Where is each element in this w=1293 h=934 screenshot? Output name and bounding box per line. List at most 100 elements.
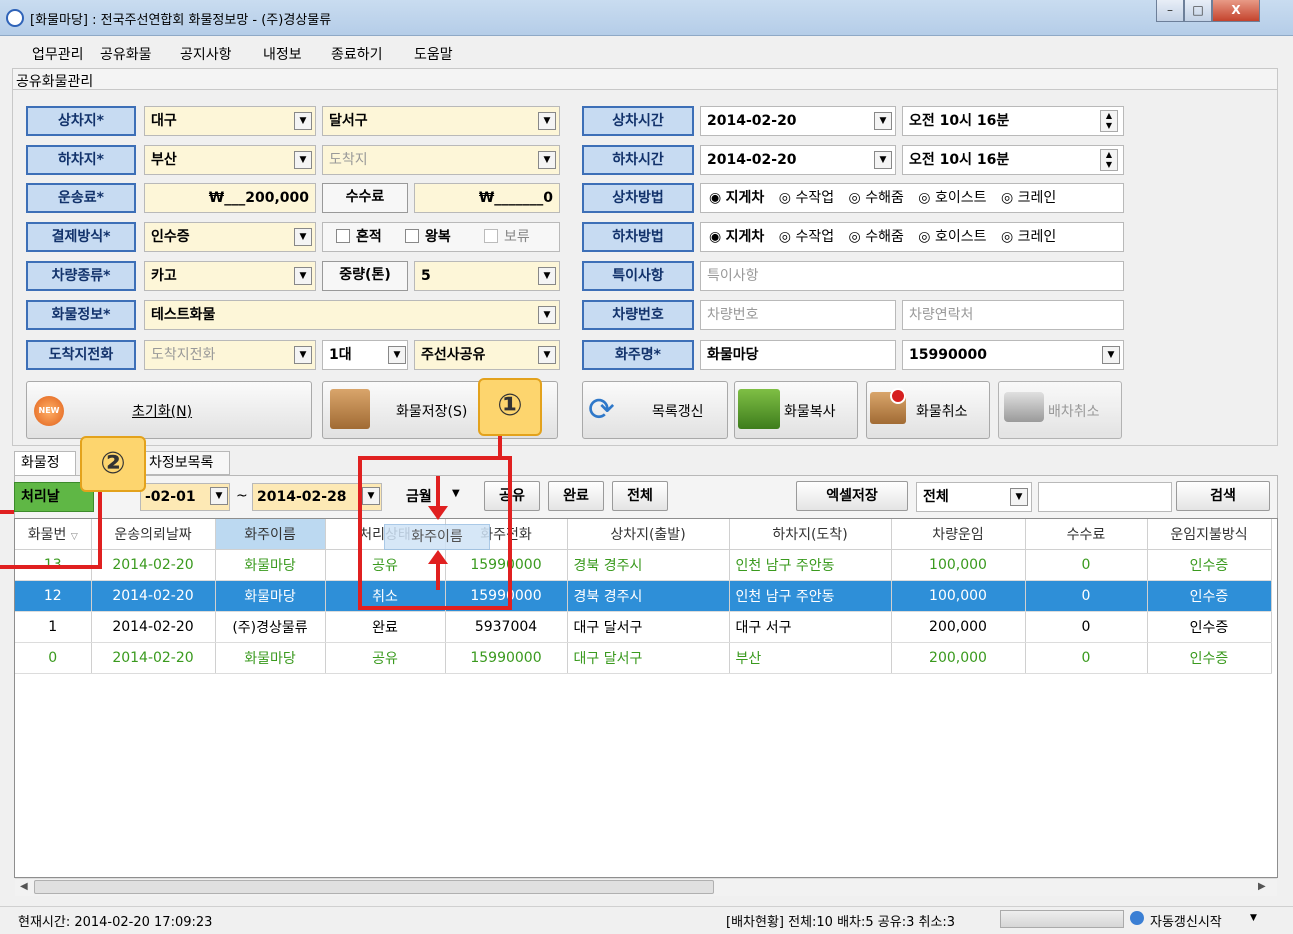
col-header-fare[interactable]: 차량운임 (891, 519, 1026, 550)
dest-phone-input[interactable]: 도착지전화 (144, 340, 316, 370)
spinner-icon[interactable]: ▲ ▼ (1100, 149, 1118, 171)
col-header-fee[interactable]: 수수료 (1025, 519, 1148, 550)
vehicle-contact-input[interactable]: 차량연락처 (902, 300, 1124, 330)
table-row[interactable]: 1 2014-02-20 (주)경상물류 완료 5937004 대구 달서구 대구 서구 20… (15, 611, 1272, 643)
vehicle-no-label: 차량번호 (582, 300, 694, 330)
mixed-checkbox[interactable] (336, 229, 350, 243)
search-input[interactable] (1038, 482, 1172, 512)
menu-help[interactable]: 도움말 (414, 44, 453, 64)
unload-date-picker[interactable]: 2014-02-20 (700, 145, 896, 175)
unload-city-select[interactable]: 부산 (144, 145, 316, 175)
unload-district-select[interactable]: 도착지 (322, 145, 560, 175)
radio-crane-hand[interactable]: ◎ (849, 229, 866, 245)
radio-hoist[interactable]: ◎ (918, 190, 935, 206)
search-button[interactable]: 검색 (1176, 481, 1270, 511)
vehicle-no-input[interactable]: 차량번호 (700, 300, 896, 330)
menu-work[interactable]: 업무관리 (32, 44, 84, 64)
chevron-down-icon[interactable]: ▼ (294, 151, 312, 169)
tab-vehicle-info[interactable]: 차정보목록 (142, 451, 230, 475)
stop-icon (890, 388, 906, 404)
cargo-info-input[interactable]: 테스트화물 (144, 300, 560, 330)
arrow-down-icon (428, 506, 448, 520)
chevron-down-icon[interactable]: ▼ (538, 151, 556, 169)
vehicle-type-select[interactable]: 카고 (144, 261, 316, 291)
fare-label: 운송료* (26, 183, 136, 213)
chevron-down-icon[interactable]: ▼ (874, 151, 892, 169)
menu-exit[interactable]: 종료하기 (331, 44, 383, 64)
chevron-down-icon[interactable]: ▼ (294, 267, 312, 285)
table-row-selected[interactable]: 12 2014-02-20 화물마당 취소 15990000 경북 경주시 인천 남구 주안… (15, 580, 1272, 612)
load-district-select[interactable]: 달서구 (322, 106, 560, 136)
sort-icon: ▽ (70, 531, 78, 542)
unload-method-radios: ◉ 지게차 ◎ 수작업 ◎ 수해줌 ◎ 호이스트 ◎ 크레인 (700, 222, 1124, 252)
chevron-down-icon[interactable]: ▼ (388, 346, 406, 364)
menu-my-info[interactable]: 내정보 (263, 44, 302, 64)
cell-to: 인천 남구 주안동 (729, 549, 892, 581)
chevron-down-icon[interactable]: ▼ (538, 267, 556, 285)
load-city-select[interactable]: 대구 (144, 106, 316, 136)
load-date-picker[interactable]: 2014-02-20 (700, 106, 896, 136)
fare-input[interactable]: ₩___200,000 (144, 183, 316, 213)
scroll-right-icon[interactable]: ▶ (1258, 881, 1266, 892)
cell-payment: 인수증 (1147, 611, 1272, 643)
save-cargo-label: 화물저장(S) (396, 404, 468, 420)
radio-crane[interactable]: ◎ (1001, 229, 1018, 245)
shipper-phone-select[interactable]: 15990000 (902, 340, 1124, 370)
chevron-down-icon[interactable]: ▼ (874, 112, 892, 130)
col-header-no[interactable]: 화물번 ▽ (15, 519, 92, 550)
chevron-down-icon[interactable]: ▼ (294, 228, 312, 246)
load-time-picker[interactable]: 오전 10시 16분 (902, 106, 1124, 136)
cell-fee: 0 (1025, 611, 1148, 643)
table-row[interactable]: 0 2014-02-20 화물마당 공유 15990000 대구 달서구 부산 200,000… (15, 642, 1272, 674)
cargo-green-icon (738, 389, 780, 429)
chevron-down-icon[interactable]: ▼ (294, 346, 312, 364)
excel-save-button[interactable]: 엑셀저장 (796, 481, 908, 511)
unload-place-label: 하차지* (26, 145, 136, 175)
vehicle-type-label: 차량종류* (26, 261, 136, 291)
col-header-from[interactable]: 상차지(출발) (567, 519, 730, 550)
payment-select[interactable]: 인수증 (144, 222, 316, 252)
col-header-date[interactable]: 운송의뢰날짜 (91, 519, 216, 550)
col-header-payment[interactable]: 운임지불방식 (1147, 519, 1272, 550)
callout-line (0, 510, 14, 514)
notes-input[interactable]: 특이사항 (700, 261, 1124, 291)
all-filter-button[interactable]: 전체 (612, 481, 668, 511)
menu-shared-cargo[interactable]: 공유화물 (100, 44, 152, 64)
scroll-left-icon[interactable]: ◀ (20, 881, 28, 892)
chevron-down-icon[interactable]: ▼ (210, 487, 228, 505)
radio-label: 호이스트 (934, 190, 987, 206)
tab-cargo-info[interactable]: 화물정 (14, 451, 76, 475)
chevron-down-icon[interactable]: ▼ (538, 346, 556, 364)
caret-down-icon[interactable]: ▼ (1250, 913, 1257, 923)
radio-manual[interactable]: ◎ (779, 229, 796, 245)
chevron-down-icon[interactable]: ▼ (538, 306, 556, 324)
radio-crane-hand[interactable]: ◎ (849, 190, 866, 206)
cell-to: 인천 남구 주안동 (729, 580, 892, 612)
radio-manual[interactable]: ◎ (779, 190, 796, 206)
shipper-input[interactable]: 화물마당 (700, 340, 896, 370)
radio-hoist[interactable]: ◎ (918, 229, 935, 245)
chevron-down-icon[interactable]: ▼ (538, 112, 556, 130)
spinner-icon[interactable]: ▲ ▼ (1100, 110, 1118, 132)
chevron-down-icon[interactable]: ▼ (1102, 346, 1120, 364)
menu-notices[interactable]: 공지사항 (180, 44, 232, 64)
radio-forklift[interactable]: ◉ (709, 190, 726, 206)
radio-crane[interactable]: ◎ (1001, 190, 1018, 206)
maximize-button[interactable]: □ (1184, 0, 1212, 22)
minimize-button[interactable]: – (1156, 0, 1184, 22)
unload-time-picker[interactable]: 오전 10시 16분 (902, 145, 1124, 175)
close-button[interactable]: X (1212, 0, 1260, 22)
scrollbar-thumb[interactable] (34, 880, 714, 894)
auto-refresh-button[interactable]: 자동갱신시작 (1150, 911, 1222, 930)
col-header-shipper[interactable]: 화주이름 (215, 519, 326, 550)
chevron-down-icon[interactable]: ▼ (1010, 488, 1028, 506)
cell-date: 2014-02-20 (91, 549, 216, 581)
table-row[interactable]: 132014-02-20화물마당공유15990000경북 경주시인천 남구 주안… (15, 549, 1272, 581)
chevron-down-icon[interactable]: ▼ (294, 112, 312, 130)
fee-input[interactable]: ₩_______0 (414, 183, 560, 213)
done-filter-button[interactable]: 완료 (548, 481, 604, 511)
roundtrip-checkbox[interactable] (405, 229, 419, 243)
col-header-to[interactable]: 하차지(도착) (729, 519, 892, 550)
hold-checkbox[interactable] (484, 229, 498, 243)
radio-forklift[interactable]: ◉ (709, 229, 726, 245)
